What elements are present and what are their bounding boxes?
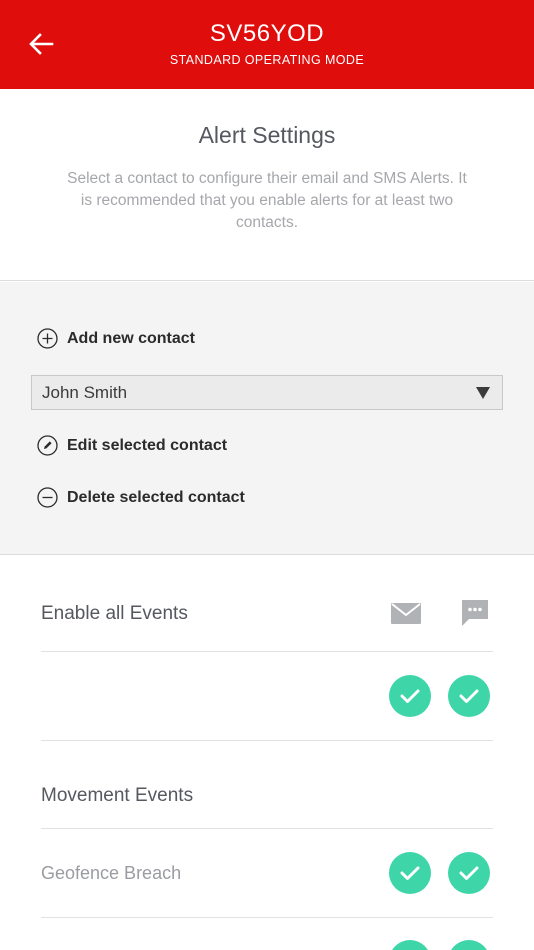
edit-contact-button[interactable]: Edit selected contact — [37, 435, 227, 456]
event-label: Geofence Breach — [41, 863, 182, 883]
enable-all-email-check[interactable] — [389, 675, 431, 717]
pencil-circle-icon — [37, 435, 58, 456]
delete-contact-button[interactable]: Delete selected contact — [37, 487, 245, 508]
intro-section: Alert Settings Select a contact to confi… — [0, 89, 534, 281]
enable-all-sms-check[interactable] — [448, 675, 490, 717]
edit-contact-label: Edit selected contact — [67, 436, 228, 454]
operating-mode: STANDARD OPERATING MODE — [169, 53, 365, 67]
contacts-section: Add new contact John Smith Edit selected… — [0, 282, 534, 555]
add-contact-button[interactable]: Add new contact — [37, 328, 195, 349]
check-icon — [400, 689, 420, 703]
geofence-email-check[interactable] — [389, 852, 431, 894]
page-title: Alert Settings — [198, 122, 336, 148]
enable-all-label: Enable all Events — [41, 603, 188, 624]
next-sms-check[interactable] — [448, 940, 490, 950]
contact-select[interactable]: John Smith — [31, 375, 503, 410]
email-icon — [385, 592, 427, 634]
enable-all-toggles-row — [41, 652, 493, 741]
enable-all-header-row: Enable all Events — [41, 556, 493, 652]
event-row-next — [41, 918, 493, 950]
add-contact-label: Add new contact — [67, 329, 196, 347]
minus-circle-icon — [37, 487, 58, 508]
delete-contact-label: Delete selected contact — [67, 488, 245, 506]
selected-contact: John Smith — [42, 383, 128, 402]
check-icon — [400, 866, 420, 880]
event-row-geofence-breach: Geofence Breach — [41, 829, 493, 918]
check-icon — [459, 866, 479, 880]
app-header: SV56YOD STANDARD OPERATING MODE — [0, 0, 534, 89]
section-title: Movement Events — [41, 785, 194, 806]
events-section: Enable all Events Movement Events Geofen… — [0, 556, 534, 950]
next-email-check[interactable] — [389, 940, 431, 950]
page-description: Select a contact to configure their emai… — [67, 170, 467, 231]
check-icon — [459, 689, 479, 703]
dropdown-arrow-icon — [476, 387, 490, 399]
vehicle-registration: SV56YOD — [209, 20, 325, 47]
sms-icon — [454, 592, 496, 634]
section-header-movement: Movement Events — [41, 741, 493, 829]
plus-circle-icon — [37, 328, 58, 349]
geofence-sms-check[interactable] — [448, 852, 490, 894]
